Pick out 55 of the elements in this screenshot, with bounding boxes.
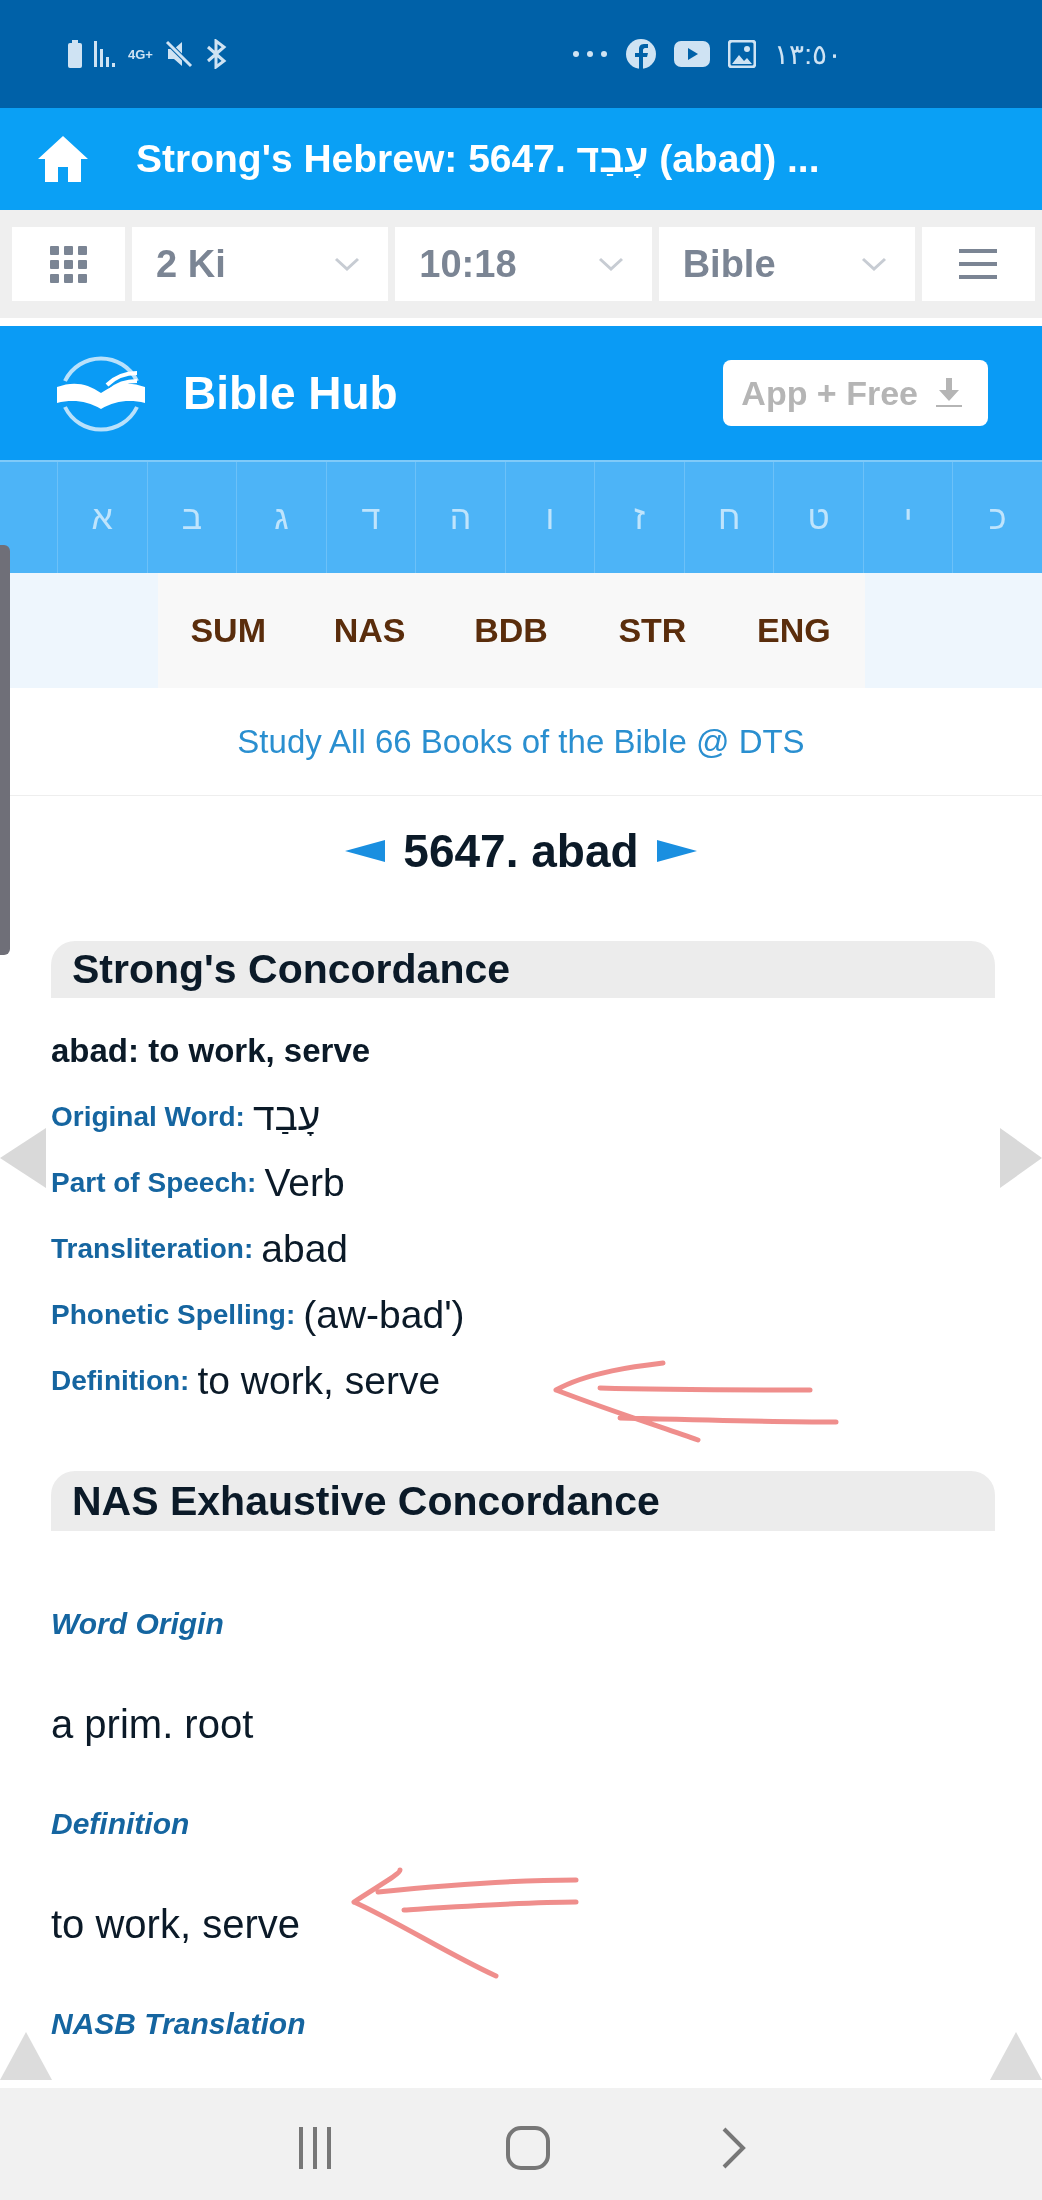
field-label: Original Word: <box>51 1101 245 1133</box>
tab[interactable]: ENG <box>723 573 865 688</box>
app-button[interactable]: App + Free <box>723 360 988 426</box>
field-value: (aw-bad') <box>303 1293 465 1337</box>
field-value: abad <box>261 1227 349 1271</box>
field-label: Phonetic Spelling: <box>51 1299 296 1331</box>
field-value: to work, serve <box>197 1359 441 1403</box>
page-title: Strong's Hebrew: 5647. עָבַד (abad) ... <box>136 137 820 181</box>
menu-icon <box>959 249 998 279</box>
grid-button[interactable] <box>12 227 125 301</box>
home-button-icon[interactable] <box>506 2126 550 2170</box>
summary-text: abad: to work, serve <box>50 1031 372 1071</box>
clock: ١٣:٥٠ <box>774 37 842 71</box>
video-play-icon <box>674 41 711 67</box>
field-label: Part of Speech: <box>51 1167 257 1199</box>
tab[interactable]: NAS <box>298 573 441 688</box>
more-icon <box>572 50 609 58</box>
chevron-down-icon <box>334 257 361 271</box>
network-label: 4G+ <box>128 46 153 62</box>
field-label: Transliteration: <box>51 1233 254 1265</box>
tab[interactable]: STR <box>581 573 724 688</box>
dropdown[interactable]: 2 Ki <box>132 227 389 301</box>
image-icon <box>728 40 757 68</box>
chevron-down-icon <box>861 257 887 271</box>
field-label: Definition: <box>51 1365 190 1397</box>
body-text: a prim. root <box>51 1700 254 1748</box>
subheading: Word Origin <box>51 1606 224 1642</box>
section-header: Strong's Concordance <box>51 941 995 998</box>
dropdown[interactable]: 10:18 <box>395 227 652 301</box>
previous-icon[interactable] <box>345 840 386 862</box>
next-icon[interactable] <box>656 840 697 862</box>
tab[interactable]: SUM <box>157 573 299 688</box>
home-icon[interactable] <box>38 136 88 182</box>
subheading: NASB Translation <box>51 2006 306 2042</box>
tab[interactable]: BDB <box>440 573 582 688</box>
section-header: NAS Exhaustive Concordance <box>51 1471 995 1531</box>
forward-icon[interactable] <box>720 2126 747 2170</box>
body-text: to work, serve <box>51 1900 300 1948</box>
menu-button[interactable] <box>922 227 1035 301</box>
field-value: עָבַד <box>252 1095 321 1139</box>
promo-link[interactable]: Study All 66 Books of the Bible @ DTS <box>237 722 805 761</box>
subheading: Definition <box>51 1806 190 1842</box>
battery-icon <box>68 40 82 68</box>
scroll-handle[interactable] <box>0 545 10 955</box>
field-value: Verb <box>264 1161 345 1205</box>
bluetooth-icon <box>204 39 227 69</box>
signal-icon <box>94 41 116 67</box>
grid-icon <box>50 245 87 283</box>
site-name: Bible Hub <box>183 366 398 420</box>
mute-icon <box>164 40 193 68</box>
download-icon <box>936 378 962 408</box>
facebook-icon <box>626 39 657 69</box>
chevron-down-icon <box>597 257 624 271</box>
entry-title: 5647. abad <box>403 824 639 878</box>
dropdown[interactable]: Bible <box>658 227 915 301</box>
